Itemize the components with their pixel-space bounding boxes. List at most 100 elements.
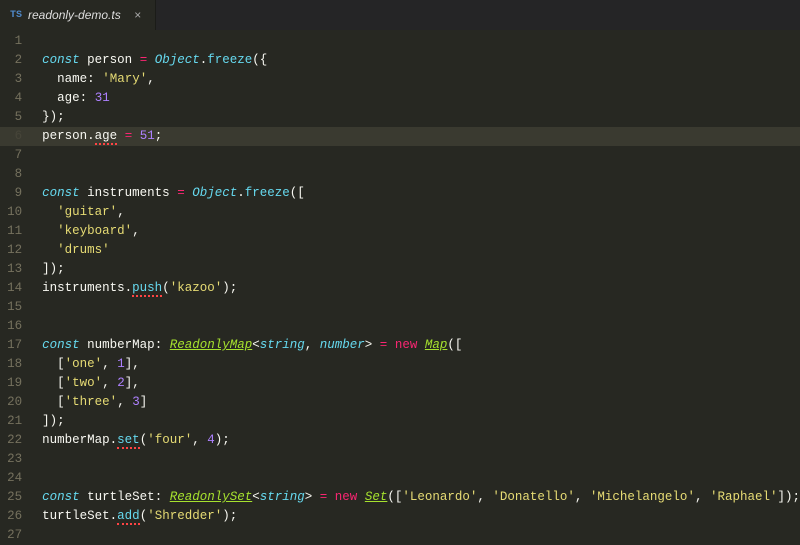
line-number: 19 <box>0 374 22 393</box>
line-number: 7 <box>0 146 22 165</box>
token: push <box>132 281 162 297</box>
token: numberMap. <box>42 433 117 447</box>
tab-readonly-demo[interactable]: TS readonly-demo.ts × <box>0 0 156 30</box>
token: add <box>117 509 140 525</box>
token: name <box>42 72 87 86</box>
token: Object <box>155 53 200 67</box>
code-line <box>42 450 800 469</box>
line-number: 26 <box>0 507 22 526</box>
close-icon[interactable]: × <box>131 8 145 22</box>
token: , <box>117 395 132 409</box>
token: freeze <box>245 186 290 200</box>
line-number: 17 <box>0 336 22 355</box>
line-number: 22 <box>0 431 22 450</box>
code-line: }); <box>42 108 800 127</box>
line-number: 3 <box>0 70 22 89</box>
token: 2 <box>117 376 125 390</box>
token: [ <box>42 395 65 409</box>
token: 31 <box>95 91 110 105</box>
token <box>147 53 155 67</box>
code-line: numberMap.set('four', 4); <box>42 431 800 450</box>
typescript-icon: TS <box>10 10 22 21</box>
token: , <box>147 72 155 86</box>
token: > <box>365 338 380 352</box>
code-line: ['one', 1], <box>42 355 800 374</box>
line-number: 4 <box>0 89 22 108</box>
token: numberMap <box>80 338 155 352</box>
token: Set <box>365 490 388 504</box>
token: ([ <box>447 338 462 352</box>
token: ([ <box>387 490 402 504</box>
token: , <box>695 490 710 504</box>
token: , <box>132 224 140 238</box>
token: 'Michelangelo' <box>590 490 695 504</box>
line-number: 15 <box>0 298 22 317</box>
token: , <box>117 205 125 219</box>
token: Map <box>425 338 448 352</box>
editor: 1234567891011121314151617181920212223242… <box>0 30 800 541</box>
line-number: 24 <box>0 469 22 488</box>
line-number: 27 <box>0 526 22 545</box>
code-line: 'drums' <box>42 241 800 260</box>
token <box>417 338 425 352</box>
token <box>387 338 395 352</box>
token: ); <box>222 509 237 523</box>
token: 'guitar' <box>57 205 117 219</box>
token: . <box>237 186 245 200</box>
code-line <box>42 469 800 488</box>
line-number: 11 <box>0 222 22 241</box>
line-number: 8 <box>0 165 22 184</box>
token: 'Raphael' <box>710 490 778 504</box>
code-line: const numberMap: ReadonlyMap<string, num… <box>42 336 800 355</box>
line-number: 25 <box>0 488 22 507</box>
line-number: 20 <box>0 393 22 412</box>
token: 'kazoo' <box>170 281 223 295</box>
token <box>42 243 57 257</box>
token: ]); <box>42 414 65 428</box>
token: 51 <box>140 129 155 143</box>
token: , <box>192 433 207 447</box>
line-number: 2 <box>0 51 22 70</box>
token: 'three' <box>65 395 118 409</box>
code-line <box>42 146 800 165</box>
token: : <box>155 490 170 504</box>
token: 1 <box>117 357 125 371</box>
token: ({ <box>252 53 267 67</box>
token <box>42 224 57 238</box>
token: ); <box>215 433 230 447</box>
token: 'one' <box>65 357 103 371</box>
line-number: 5 <box>0 108 22 127</box>
code-line: turtleSet.add('Shredder'); <box>42 507 800 526</box>
token: , <box>305 338 320 352</box>
token: ReadonlyMap <box>170 338 253 352</box>
line-number: 9 <box>0 184 22 203</box>
token: ReadonlySet <box>170 490 253 504</box>
code-line: 'guitar', <box>42 203 800 222</box>
code-line <box>42 32 800 51</box>
token <box>42 205 57 219</box>
token: const <box>42 490 80 504</box>
token: instruments <box>80 186 178 200</box>
token: person <box>80 53 140 67</box>
code-line: const turtleSet: ReadonlySet<string> = n… <box>42 488 800 507</box>
code-line <box>42 165 800 184</box>
code-line: person.age = 51; <box>42 127 800 146</box>
token: new <box>335 490 358 504</box>
token: = <box>177 186 185 200</box>
token: : <box>155 338 170 352</box>
token: 'keyboard' <box>57 224 132 238</box>
code-area[interactable]: const person = Object.freeze({ name: 'Ma… <box>32 30 800 541</box>
token: , <box>102 376 117 390</box>
token: }); <box>42 110 65 124</box>
token: [ <box>42 376 65 390</box>
token: < <box>252 490 260 504</box>
line-number: 14 <box>0 279 22 298</box>
token: instruments. <box>42 281 132 295</box>
token: 3 <box>132 395 140 409</box>
code-line: ['two', 2], <box>42 374 800 393</box>
token: : <box>87 72 102 86</box>
token: ; <box>155 129 163 143</box>
tab-bar: TS readonly-demo.ts × <box>0 0 800 30</box>
token: turtleSet. <box>42 509 117 523</box>
token: age <box>42 91 80 105</box>
